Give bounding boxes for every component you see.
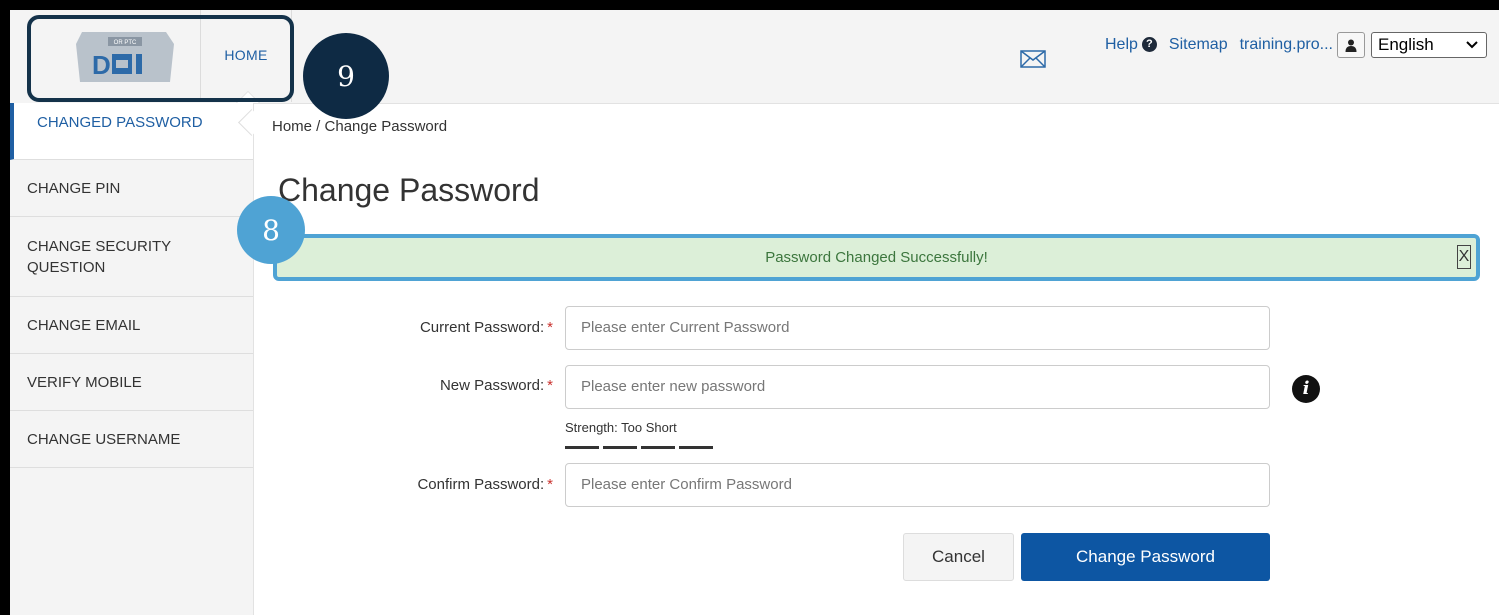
header-links: Help? Sitemap training.pro... English — [1105, 32, 1487, 58]
sidebar-item-changed-password[interactable]: CHANGED PASSWORD — [10, 103, 253, 160]
required-marker: * — [547, 377, 553, 394]
callout-badge-nine: 9 — [303, 33, 389, 119]
sidebar-item-change-security-question[interactable]: CHANGE SECURITY QUESTION — [10, 217, 253, 297]
sidebar-item-label: CHANGE USERNAME — [27, 430, 181, 448]
sidebar-item-label: CHANGE SECURITY QUESTION — [27, 237, 171, 276]
new-password-input[interactable]: Please enter new password — [565, 365, 1270, 409]
chevron-down-icon — [1466, 41, 1478, 49]
confirm-password-label: Confirm Password: * — [253, 476, 553, 493]
alert-message: Password Changed Successfully! — [765, 249, 988, 266]
sidebar-item-label: CHANGE EMAIL — [27, 316, 141, 334]
sitemap-link[interactable]: Sitemap — [1169, 36, 1228, 54]
required-marker: * — [547, 476, 553, 493]
breadcrumb: Home / Change Password — [272, 118, 448, 135]
sidebar-item-verify-mobile[interactable]: VERIFY MOBILE — [10, 354, 253, 411]
success-alert: Password Changed Successfully! X — [273, 234, 1480, 281]
strength-bar — [679, 446, 713, 449]
new-password-label: New Password: * — [253, 377, 553, 394]
callout-badge-eight: 8 — [237, 196, 305, 264]
new-password-label-text: New Password: — [439, 377, 545, 394]
strength-bar — [641, 446, 675, 449]
sidebar-item-change-pin[interactable]: CHANGE PIN — [10, 160, 253, 217]
password-strength-meter — [565, 446, 713, 449]
help-link[interactable]: Help? — [1105, 36, 1157, 54]
app-window: OR PTC D HOME Help? Sitemap training.pro… — [10, 10, 1499, 615]
required-marker: * — [547, 319, 553, 336]
sidebar-item-label: CHANGED PASSWORD — [37, 113, 203, 131]
current-password-label-text: Current Password: — [419, 319, 545, 336]
help-question-icon: ? — [1141, 37, 1157, 53]
highlight-box-nine — [27, 15, 294, 102]
strength-bar — [565, 446, 599, 449]
info-icon[interactable]: i — [1292, 375, 1320, 403]
language-selected-value: English — [1378, 35, 1434, 54]
sidebar-item-change-username[interactable]: CHANGE USERNAME — [10, 411, 253, 468]
confirm-password-label-text: Confirm Password: — [417, 476, 545, 493]
page-title: Change Password — [278, 172, 540, 208]
cancel-button[interactable]: Cancel — [903, 533, 1014, 581]
user-profile-button[interactable] — [1337, 32, 1365, 58]
top-header: OR PTC D HOME Help? Sitemap training.pro… — [10, 10, 1499, 104]
current-password-label: Current Password: * — [253, 319, 553, 336]
user-icon — [1345, 39, 1357, 52]
sidebar-item-label: VERIFY MOBILE — [27, 373, 142, 391]
password-strength-text: Strength: Too Short — [565, 420, 677, 435]
strength-bar — [603, 446, 637, 449]
alert-close-button[interactable]: X — [1457, 245, 1471, 269]
sidebar-item-label: CHANGE PIN — [27, 179, 121, 197]
language-select[interactable]: English — [1371, 32, 1487, 58]
confirm-password-input[interactable]: Please enter Confirm Password — [565, 463, 1270, 507]
username-link[interactable]: training.pro... — [1240, 36, 1333, 54]
account-sidebar: CHANGED PASSWORD CHANGE PIN CHANGE SECUR… — [10, 103, 254, 615]
help-link-label: Help — [1105, 36, 1138, 53]
sidebar-item-change-email[interactable]: CHANGE EMAIL — [10, 297, 253, 354]
current-password-input[interactable]: Please enter Current Password — [565, 306, 1270, 350]
change-password-button[interactable]: Change Password — [1021, 533, 1270, 581]
mail-icon[interactable] — [1020, 50, 1046, 68]
